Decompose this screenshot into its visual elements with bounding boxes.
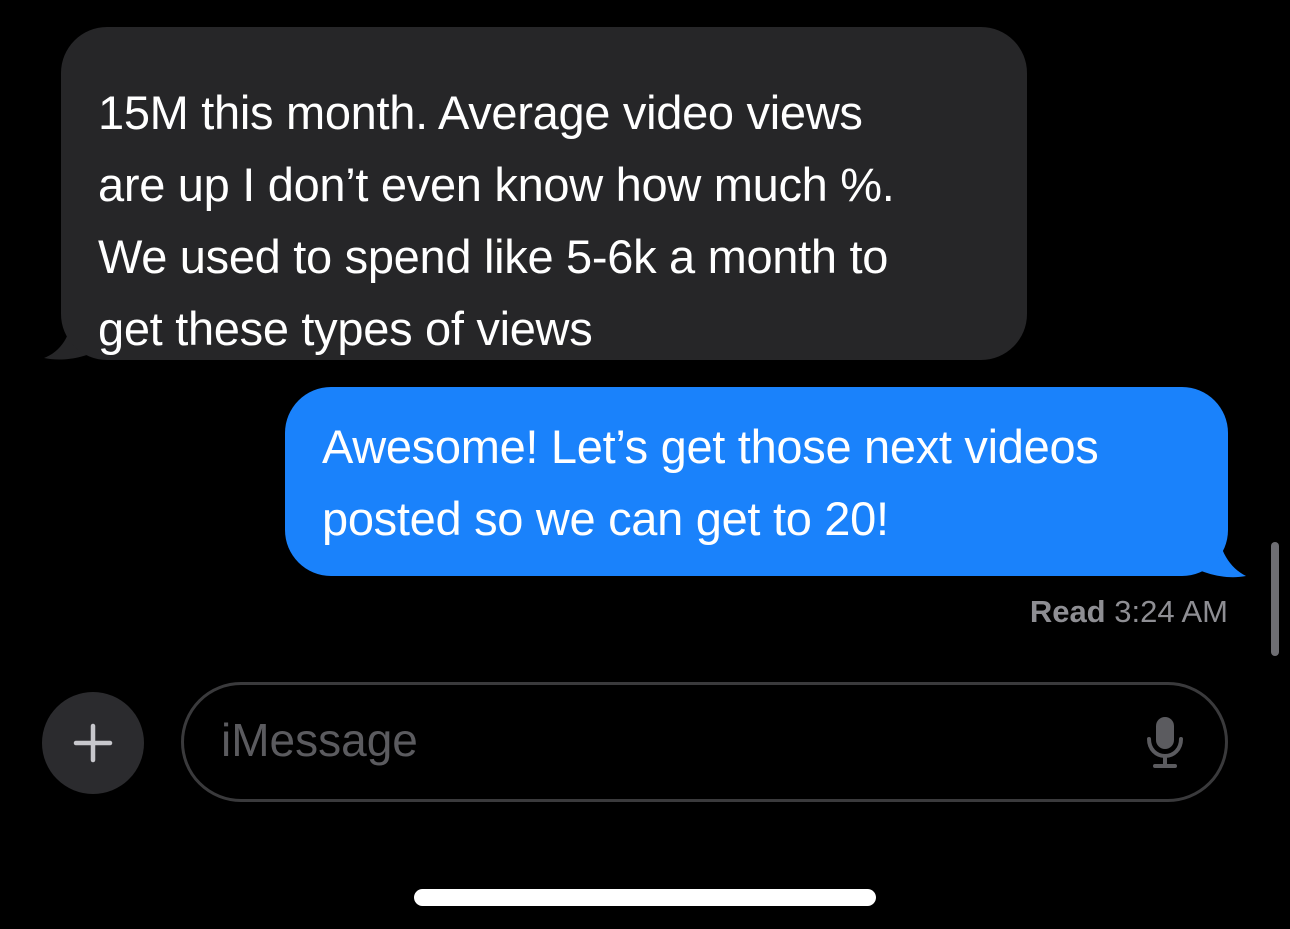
read-time: 3:24 AM	[1114, 594, 1228, 629]
add-attachment-button[interactable]	[42, 692, 144, 794]
message-line: We used to spend like 5-6k a month to	[98, 230, 889, 283]
outgoing-message-bubble[interactable]: Awesome! Let’s get those next videos pos…	[285, 387, 1228, 576]
scroll-indicator[interactable]	[1271, 542, 1279, 656]
incoming-message-bubble[interactable]: 15M this month. Average video views are …	[61, 27, 1027, 360]
message-line: Awesome! Let’s get those next videos	[322, 420, 1099, 473]
message-line: are up I don’t even know how much %.	[98, 158, 895, 211]
message-line: get these types of views	[98, 302, 593, 355]
plus-icon	[73, 723, 113, 763]
microphone-icon[interactable]	[1145, 715, 1185, 769]
read-label: Read	[1029, 594, 1106, 629]
home-indicator[interactable]	[414, 889, 876, 906]
message-input-placeholder: iMessage	[221, 714, 418, 766]
message-line: 15M this month. Average video views	[98, 86, 863, 139]
messages-screen: 15M this month. Average video views are …	[0, 0, 1290, 929]
message-line: posted so we can get to 20!	[322, 492, 889, 545]
read-receipt: Read 3:24 AM	[1030, 594, 1228, 630]
message-input[interactable]: iMessage	[181, 682, 1228, 802]
